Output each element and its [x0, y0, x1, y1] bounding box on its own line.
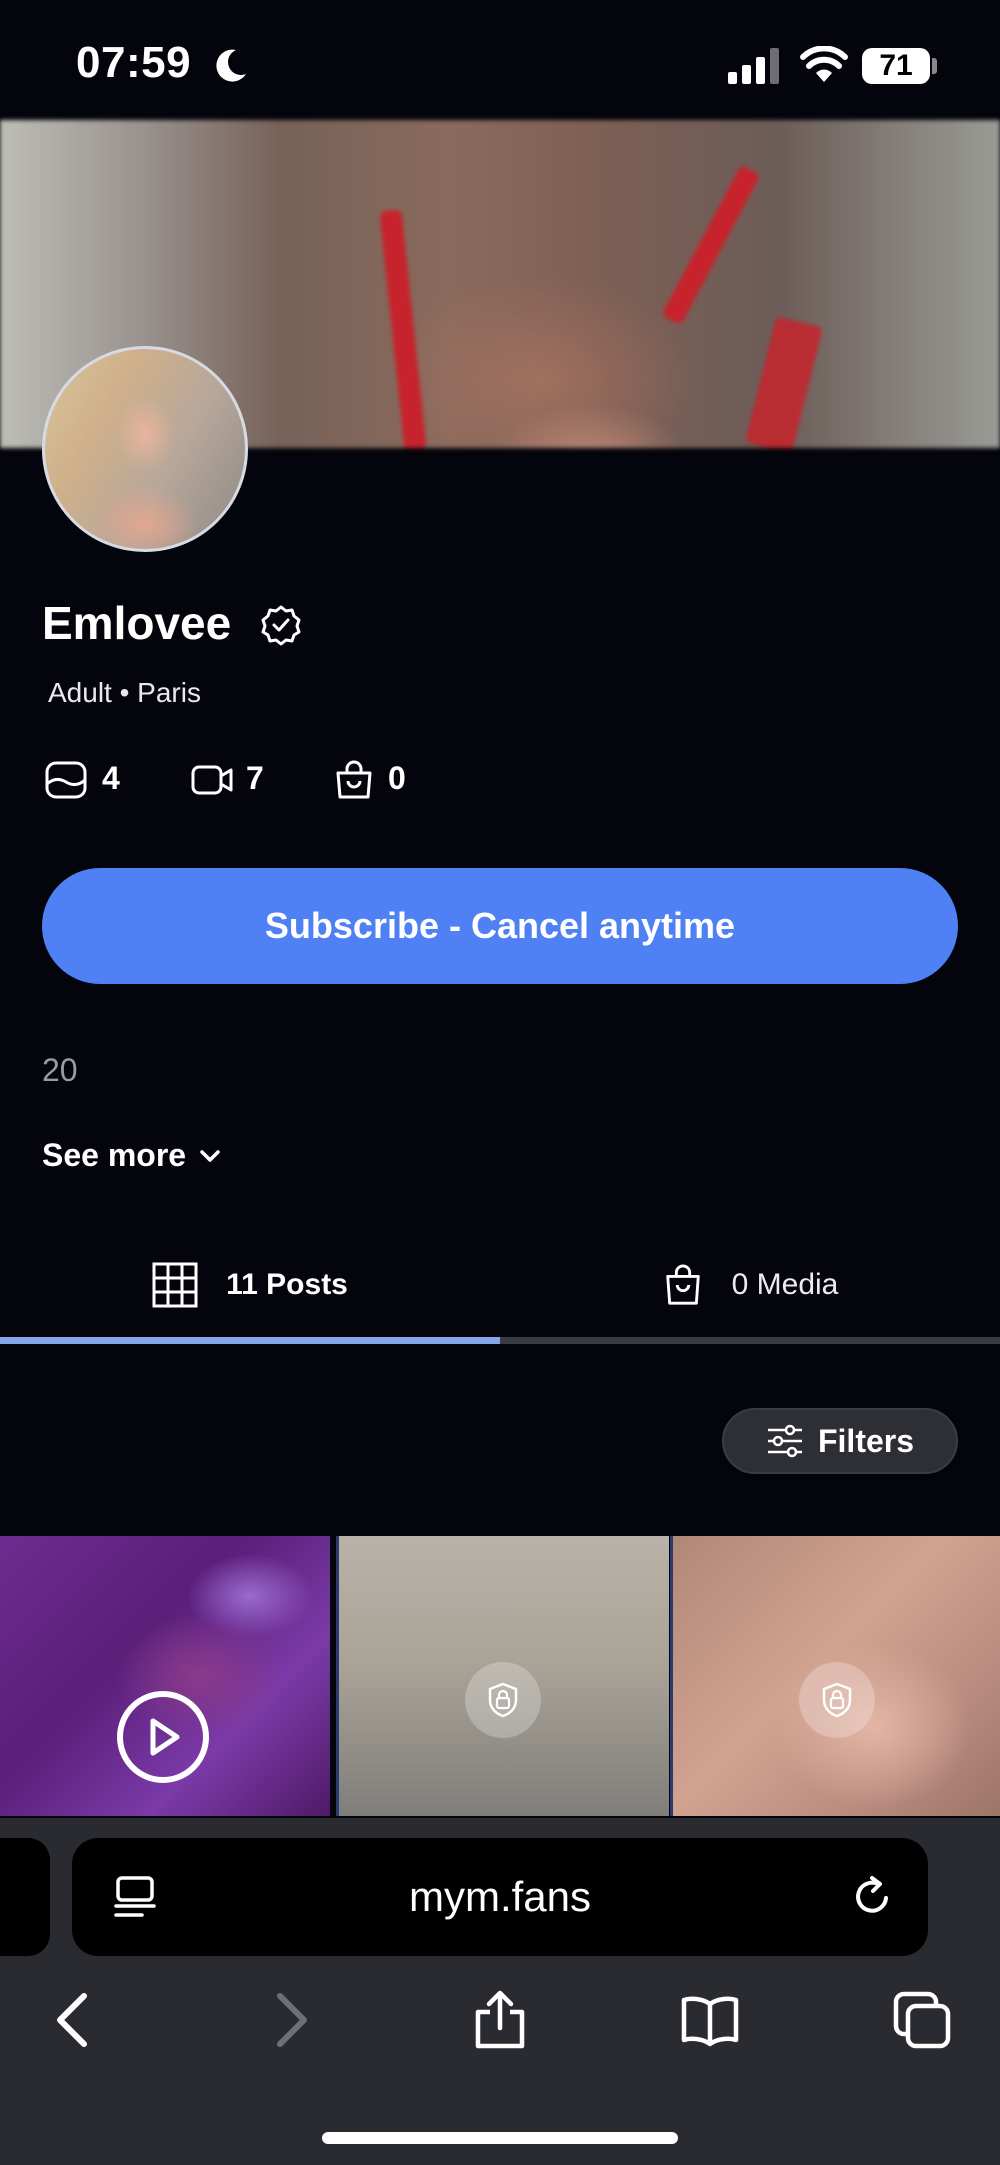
- battery-cap: [932, 58, 937, 74]
- bookmarks-icon[interactable]: [680, 1990, 740, 2050]
- cellular-signal-icon: [728, 48, 779, 84]
- bio-fade: [0, 1090, 1000, 1130]
- profile-meta: Adult • Paris: [48, 677, 201, 708]
- photo-icon: [45, 761, 87, 799]
- video-count: 7: [246, 760, 264, 796]
- tab-media[interactable]: 0 Media: [500, 1230, 1000, 1340]
- url-text[interactable]: mym.fans: [72, 1838, 928, 1956]
- photo-count: 4: [102, 760, 120, 796]
- verified-badge-icon: [261, 605, 301, 646]
- home-indicator: [322, 2132, 678, 2144]
- filters-button[interactable]: Filters: [722, 1408, 958, 1474]
- tab-posts-label: 11 Posts: [226, 1268, 348, 1301]
- profile-name: Emlovee: [42, 597, 232, 649]
- share-icon[interactable]: [470, 1990, 530, 2050]
- post-tile-video[interactable]: [0, 1536, 330, 1816]
- chevron-down-icon: [200, 1149, 220, 1162]
- tab-active-indicator: [0, 1337, 500, 1344]
- see-more-label: See more: [42, 1137, 187, 1173]
- video-icon: [191, 765, 233, 795]
- avatar[interactable]: [42, 346, 248, 552]
- play-icon: [117, 1691, 209, 1783]
- previous-tab-preview[interactable]: [0, 1838, 50, 1956]
- battery-level: 71: [879, 49, 913, 82]
- status-time: 07:59: [76, 38, 192, 87]
- lock-icon: [465, 1662, 541, 1738]
- shopping-bag-icon: [336, 760, 372, 799]
- sliders-icon: [767, 1424, 802, 1458]
- forward-icon[interactable]: [260, 1990, 320, 2050]
- page-menu-icon[interactable]: [112, 1874, 158, 1920]
- reload-icon[interactable]: [848, 1872, 896, 1920]
- tabs-icon[interactable]: [892, 1990, 952, 2050]
- tab-media-label: 0 Media: [731, 1268, 839, 1301]
- wifi-icon: [800, 46, 848, 82]
- grid-icon: [152, 1262, 198, 1308]
- back-icon[interactable]: [44, 1990, 104, 2050]
- filters-label: Filters: [817, 1422, 915, 1459]
- bio-text: 20: [42, 1052, 78, 1088]
- subscribe-button[interactable]: Subscribe - Cancel anytime: [42, 868, 958, 984]
- see-more-button[interactable]: See more: [42, 1137, 224, 1174]
- battery-icon: 71: [862, 48, 930, 84]
- tab-posts[interactable]: 11 Posts: [0, 1230, 500, 1340]
- shopping-bag-icon: [665, 1264, 700, 1305]
- moon-icon: [216, 49, 246, 82]
- shop-count: 0: [388, 760, 406, 796]
- lock-icon: [799, 1662, 875, 1738]
- post-tile-locked[interactable]: [336, 1536, 669, 1816]
- post-tile-locked[interactable]: [670, 1536, 1000, 1816]
